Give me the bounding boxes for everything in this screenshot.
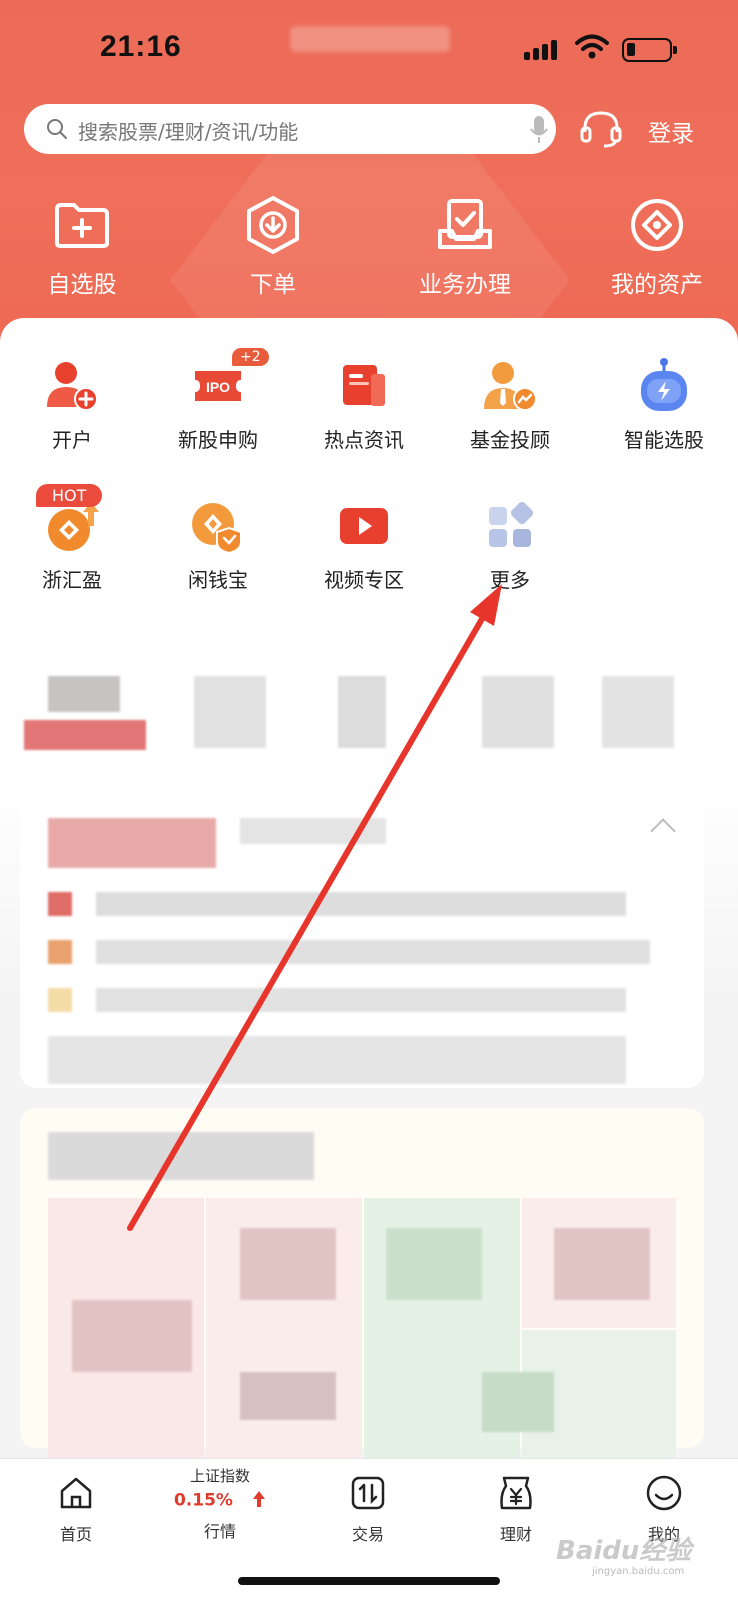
signal-icon — [524, 38, 564, 60]
wallet-shield-icon — [148, 494, 288, 558]
svg-text:IPO: IPO — [206, 379, 230, 395]
quick-function-panel: 开户 IPO +2 新股申购 热点资讯 基金投顾 智能选股 HOT 浙汇盈 闲钱… — [0, 318, 738, 1458]
top-nav: 自选股 下单 业务办理 我的资产 — [0, 195, 738, 305]
search-placeholder[interactable]: 搜索股票/理财/资讯/功能 — [78, 116, 298, 145]
ipo-badge: +2 — [232, 348, 269, 366]
advisor-icon — [440, 354, 580, 418]
grid-item-label: 智能选股 — [624, 428, 704, 452]
grid-item-zhehuiying[interactable]: HOT 浙汇盈 — [2, 484, 142, 593]
watermark-url: jingyan.baidu.com — [592, 1566, 685, 1577]
grid-item-label: 闲钱宝 — [188, 568, 248, 592]
grid-item-more[interactable]: 更多 — [440, 494, 580, 593]
download-hexagon-icon — [198, 195, 348, 255]
yen-bag-icon — [456, 1473, 576, 1513]
watermark: Baidu经验 — [556, 1536, 692, 1566]
money-up-icon: HOT — [2, 484, 142, 558]
grid-item-label: 新股申购 — [178, 428, 258, 452]
login-button[interactable]: 登录 — [648, 114, 694, 148]
profile-icon — [604, 1473, 724, 1513]
index-change: 0.15% — [173, 1490, 233, 1511]
status-time: 21:16 — [100, 30, 182, 63]
microphone-icon[interactable] — [529, 114, 549, 150]
search-bar[interactable]: 搜索股票/理财/资讯/功能 — [24, 104, 556, 154]
grid-item-label: 视频专区 — [324, 568, 404, 592]
grid-item-ipo[interactable]: IPO +2 新股申购 — [148, 348, 288, 453]
top-nav-assets[interactable]: 我的资产 — [582, 195, 732, 299]
grid-item-video[interactable]: 视频专区 — [294, 494, 434, 593]
video-play-icon — [294, 494, 434, 558]
grid-item-label: 浙汇盈 — [42, 568, 102, 592]
top-nav-label: 下单 — [250, 272, 296, 298]
grid-item-idle-cash[interactable]: 闲钱宝 — [148, 494, 288, 593]
search-icon — [46, 118, 68, 144]
checklist-tray-icon — [390, 195, 540, 255]
tab-label: 交易 — [351, 1525, 384, 1544]
top-nav-business[interactable]: 业务办理 — [390, 195, 540, 299]
folder-plus-icon — [7, 195, 157, 255]
trade-icon — [308, 1473, 428, 1513]
wifi-icon — [575, 34, 609, 64]
headset-icon[interactable] — [580, 108, 622, 152]
ipo-ticket-icon: IPO +2 — [148, 348, 288, 418]
tab-home[interactable]: 首页 — [16, 1473, 136, 1545]
tab-label: 行情 — [203, 1522, 236, 1541]
index-change-row: 0.15% — [160, 1490, 280, 1512]
top-nav-watchlist[interactable]: 自选股 — [7, 195, 157, 299]
grid-item-label: 基金投顾 — [470, 428, 550, 452]
grid-item-label: 开户 — [52, 428, 92, 452]
home-icon — [16, 1473, 136, 1513]
status-bar: 21:16 — [0, 0, 738, 100]
blurred-carrier — [290, 26, 450, 52]
header: 21:16 搜索股票/理财/资讯/功能 登录 自选股 下单 业务办理 我的资产 — [0, 0, 738, 360]
grid-item-open-account[interactable]: 开户 — [2, 354, 142, 453]
grid-item-label: 热点资讯 — [324, 428, 404, 452]
tab-trade[interactable]: 交易 — [308, 1473, 428, 1545]
tab-label: 首页 — [59, 1525, 92, 1544]
battery-icon — [622, 38, 677, 62]
user-add-icon — [2, 354, 142, 418]
robot-icon — [594, 354, 734, 418]
grid-item-fund-advisor[interactable]: 基金投顾 — [440, 354, 580, 453]
grid-item-hot-news[interactable]: 热点资讯 — [294, 354, 434, 453]
index-name: 上证指数 — [189, 1467, 250, 1485]
top-nav-label: 业务办理 — [419, 272, 511, 298]
news-icon — [294, 354, 434, 418]
hot-badge: HOT — [36, 484, 103, 507]
grid-item-smart-pick[interactable]: 智能选股 — [594, 354, 734, 453]
grid-item-label: 更多 — [490, 568, 530, 592]
top-nav-label: 我的资产 — [611, 272, 703, 298]
grid-more-icon — [440, 494, 580, 558]
up-arrow-icon — [252, 1490, 266, 1512]
home-indicator[interactable] — [238, 1577, 500, 1585]
top-nav-order[interactable]: 下单 — [198, 195, 348, 299]
coin-circle-icon — [582, 195, 732, 255]
top-nav-label: 自选股 — [47, 272, 117, 298]
tab-market[interactable]: 上证指数 0.15% 行情 — [160, 1465, 280, 1542]
